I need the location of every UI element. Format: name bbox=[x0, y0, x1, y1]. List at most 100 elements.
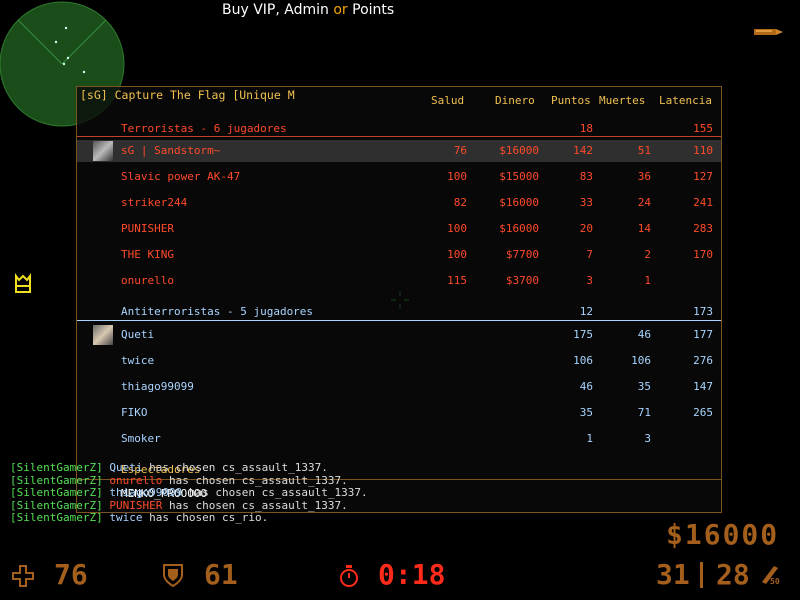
player-name: Slavic power AK-47 bbox=[121, 170, 241, 183]
hud-money: $16000 bbox=[666, 518, 780, 551]
player-puntos: 83 bbox=[579, 170, 593, 183]
player-puntos: 3 bbox=[586, 274, 593, 287]
player-muertes: 24 bbox=[637, 196, 651, 209]
chat-text: has chosen cs_rio. bbox=[149, 511, 269, 524]
player-latencia: 127 bbox=[693, 170, 713, 183]
top-message-part1: Buy VIP, Admin bbox=[222, 2, 329, 18]
team-divider bbox=[77, 136, 721, 137]
player-row[interactable]: onurello 115 $3700 3 1 bbox=[77, 270, 721, 292]
top-server-message: Buy VIP, Admin or Points bbox=[222, 2, 394, 18]
player-row[interactable]: sG | Sandstorm~ 76 $16000 142 51 110 bbox=[77, 140, 721, 162]
player-row[interactable]: twice 106 106 276 bbox=[77, 350, 721, 372]
player-puntos: 1 bbox=[586, 432, 593, 445]
player-dinero: $7700 bbox=[505, 248, 539, 261]
hud-health: 76 bbox=[54, 558, 88, 591]
chat-tag: [SilentGamerZ] bbox=[10, 486, 103, 499]
player-muertes: 1 bbox=[644, 274, 651, 287]
team-latencia: 173 bbox=[693, 305, 713, 318]
header-muertes: Muertes bbox=[599, 94, 646, 107]
player-salud: 76 bbox=[453, 144, 467, 157]
chat-line: [SilentGamerZ] twice has chosen cs_rio. bbox=[10, 511, 368, 525]
header-salud: Salud bbox=[431, 94, 465, 107]
hud-ammo-reserve: 28 bbox=[716, 558, 750, 591]
player-puntos: 106 bbox=[573, 354, 593, 367]
team-label: Terroristas - 6 jugadores bbox=[121, 122, 287, 135]
top-message-part2: Points bbox=[352, 2, 395, 18]
player-name: THE KING bbox=[121, 248, 174, 261]
top-message-or: or bbox=[333, 2, 348, 18]
player-row[interactable]: thiago99099 46 35 147 bbox=[77, 376, 721, 398]
hud-armor: 61 bbox=[204, 558, 238, 591]
player-avatar bbox=[93, 325, 113, 345]
player-latencia: 110 bbox=[693, 144, 713, 157]
hud-ammo-divider bbox=[700, 562, 703, 588]
player-name: PUNISHER bbox=[121, 222, 174, 235]
player-muertes: 35 bbox=[637, 380, 651, 393]
player-row[interactable]: striker244 82 $16000 33 24 241 bbox=[77, 192, 721, 214]
player-name: striker244 bbox=[121, 196, 188, 209]
player-muertes: 71 bbox=[637, 406, 651, 419]
hud-round-timer: 0:18 bbox=[378, 558, 446, 591]
player-puntos: 7 bbox=[586, 248, 593, 261]
player-dinero: $16000 bbox=[499, 144, 539, 157]
header-latencia: Latencia bbox=[659, 94, 712, 107]
player-salud: 82 bbox=[453, 196, 467, 209]
player-salud: 115 bbox=[447, 274, 467, 287]
player-name: thiago99099 bbox=[121, 380, 194, 393]
player-puntos: 175 bbox=[573, 328, 593, 341]
player-salud: 100 bbox=[447, 170, 467, 183]
player-latencia: 177 bbox=[693, 328, 713, 341]
player-dinero: $16000 bbox=[499, 196, 539, 209]
player-row[interactable]: THE KING 100 $7700 7 2 170 bbox=[77, 244, 721, 266]
chat-player: onurello bbox=[109, 473, 163, 487]
chat-player: twice bbox=[109, 511, 143, 524]
player-latencia: 147 bbox=[693, 380, 713, 393]
server-title: [sG] Capture The Flag [Unique M bbox=[80, 88, 295, 102]
player-puntos: 46 bbox=[579, 380, 593, 393]
player-latencia: 283 bbox=[693, 222, 713, 235]
player-muertes: 51 bbox=[637, 144, 651, 157]
player-muertes: 14 bbox=[637, 222, 651, 235]
stopwatch-icon bbox=[340, 565, 358, 587]
player-row[interactable]: Smoker 1 3 bbox=[77, 428, 721, 450]
team-puntos: 12 bbox=[579, 305, 593, 318]
hud-ammo-clip: 31 bbox=[656, 558, 690, 591]
chat-tag: [SilentGamerZ] bbox=[10, 473, 103, 487]
chat-text: has chosen cs_assault_1337. bbox=[168, 473, 348, 487]
player-row[interactable]: PUNISHER 100 $16000 20 14 283 bbox=[77, 218, 721, 240]
player-muertes: 3 bbox=[644, 432, 651, 445]
player-muertes: 2 bbox=[644, 248, 651, 261]
player-latencia: 265 bbox=[693, 406, 713, 419]
team-label: Antiterroristas - 5 jugadores bbox=[121, 305, 314, 318]
player-dinero: $16000 bbox=[499, 222, 539, 235]
hud-ammo-small: 50 bbox=[770, 577, 780, 586]
scoreboard: [sG] Capture The Flag [Unique M Salud Di… bbox=[76, 86, 722, 513]
player-avatar bbox=[93, 141, 113, 161]
player-row[interactable]: Queti 175 46 177 bbox=[77, 324, 721, 346]
team-puntos: 18 bbox=[579, 122, 593, 135]
player-row[interactable]: Slavic power AK-47 100 $15000 83 36 127 bbox=[77, 166, 721, 188]
player-puntos: 20 bbox=[579, 222, 593, 235]
player-puntos: 142 bbox=[573, 144, 593, 157]
player-dinero: $3700 bbox=[505, 274, 539, 287]
chat-tag: [SilentGamerZ] bbox=[10, 461, 103, 474]
player-name: sG | Sandstorm~ bbox=[121, 144, 221, 157]
player-latencia: 170 bbox=[693, 248, 713, 261]
team-latencia: 155 bbox=[693, 122, 713, 135]
player-muertes: 36 bbox=[637, 170, 651, 183]
player-puntos: 35 bbox=[579, 406, 593, 419]
player-name: twice bbox=[121, 354, 155, 367]
player-muertes: 106 bbox=[631, 354, 651, 367]
player-name: Smoker bbox=[121, 432, 161, 445]
player-muertes: 46 bbox=[637, 328, 651, 341]
flag-carrier-icon bbox=[15, 273, 31, 293]
team-divider bbox=[77, 320, 721, 321]
header-puntos: Puntos bbox=[551, 94, 591, 107]
player-name: onurello bbox=[121, 274, 174, 287]
chat-player: PUNISHER bbox=[109, 498, 163, 512]
player-dinero: $15000 bbox=[499, 170, 539, 183]
header-dinero: Dinero bbox=[495, 94, 535, 107]
player-name: Queti bbox=[121, 328, 155, 341]
player-salud: 100 bbox=[447, 248, 467, 261]
player-row[interactable]: FIKO 35 71 265 bbox=[77, 402, 721, 424]
